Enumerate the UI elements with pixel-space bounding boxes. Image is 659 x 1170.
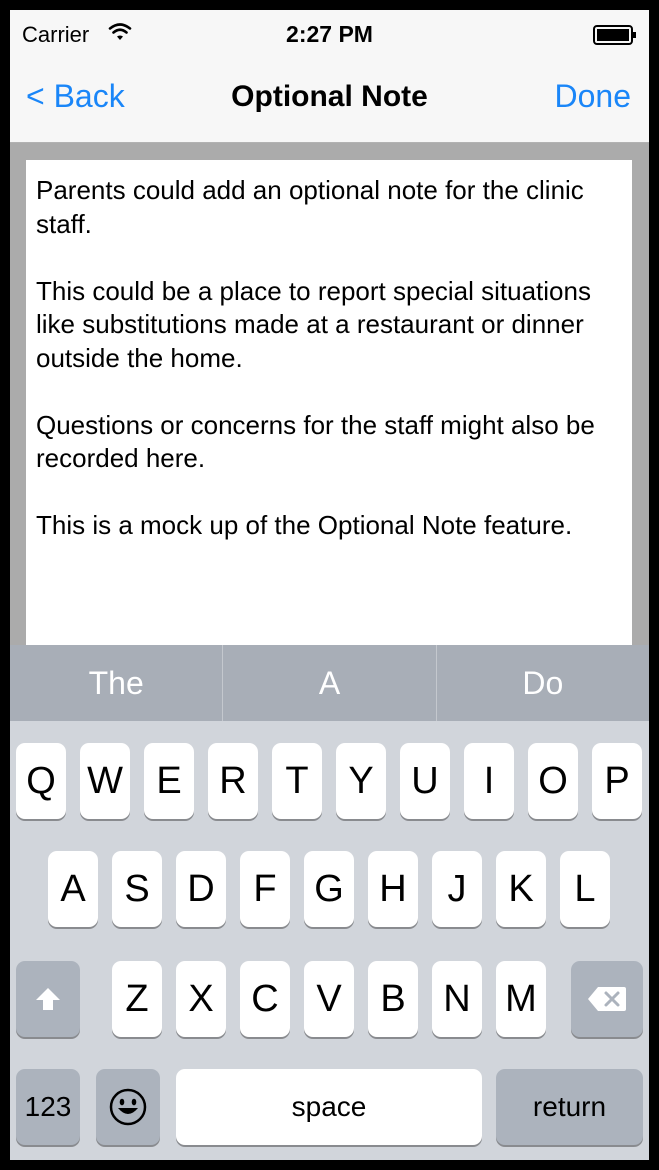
- keyboard: Q W E R T Y U I O P A S D F G H J K L Z …: [10, 721, 649, 1160]
- battery-icon: [593, 25, 636, 45]
- numbers-key[interactable]: 123: [16, 1069, 80, 1145]
- shift-key[interactable]: [16, 961, 80, 1037]
- note-paragraph: Questions or concerns for the staff migh…: [36, 409, 595, 474]
- prediction-suggestion[interactable]: A: [223, 645, 437, 721]
- note-textarea[interactable]: Parents could add an optional note for t…: [26, 160, 632, 650]
- screen: Carrier 2:27 PM < Back Optional Note Don…: [10, 10, 649, 1160]
- key-u[interactable]: U: [400, 743, 450, 819]
- top-bar: Carrier 2:27 PM < Back Optional Note Don…: [10, 10, 649, 143]
- return-key[interactable]: return: [496, 1069, 643, 1145]
- key-q[interactable]: Q: [16, 743, 66, 819]
- status-time: 2:27 PM: [286, 21, 373, 47]
- key-o[interactable]: O: [528, 743, 578, 819]
- prediction-suggestion[interactable]: Do: [437, 645, 649, 721]
- key-x[interactable]: X: [176, 961, 226, 1037]
- key-y[interactable]: Y: [336, 743, 386, 819]
- emoji-icon: [109, 1088, 147, 1126]
- key-z[interactable]: Z: [112, 961, 162, 1037]
- shift-icon: [36, 988, 60, 1010]
- prediction-suggestion[interactable]: The: [10, 645, 224, 721]
- key-a[interactable]: A: [48, 851, 98, 927]
- key-l[interactable]: L: [560, 851, 610, 927]
- note-paragraph: This could be a place to report special …: [36, 275, 591, 373]
- key-r[interactable]: R: [208, 743, 258, 819]
- key-t[interactable]: T: [272, 743, 322, 819]
- key-w[interactable]: W: [80, 743, 130, 819]
- key-e[interactable]: E: [144, 743, 194, 819]
- done-button[interactable]: Done: [555, 78, 632, 115]
- key-p[interactable]: P: [592, 743, 642, 819]
- note-paragraph: Parents could add an optional note for t…: [36, 175, 584, 239]
- page-title: Optional Note: [231, 80, 428, 113]
- key-c[interactable]: C: [240, 961, 290, 1037]
- key-f[interactable]: F: [240, 851, 290, 927]
- key-g[interactable]: G: [304, 851, 354, 927]
- key-k[interactable]: K: [496, 851, 546, 927]
- key-n[interactable]: N: [432, 961, 482, 1037]
- key-h[interactable]: H: [368, 851, 418, 927]
- note-paragraph: This is a mock up of the Optional Note f…: [36, 510, 573, 540]
- space-key[interactable]: space: [176, 1069, 482, 1145]
- key-s[interactable]: S: [112, 851, 162, 927]
- emoji-key[interactable]: [96, 1069, 160, 1145]
- key-m[interactable]: M: [496, 961, 546, 1037]
- key-d[interactable]: D: [176, 851, 226, 927]
- key-j[interactable]: J: [432, 851, 482, 927]
- predictive-bar: The A Do: [10, 645, 649, 721]
- key-i[interactable]: I: [464, 743, 514, 819]
- backspace-icon: [588, 987, 626, 1011]
- delete-key[interactable]: [571, 961, 643, 1037]
- key-v[interactable]: V: [304, 961, 354, 1037]
- key-b[interactable]: B: [368, 961, 418, 1037]
